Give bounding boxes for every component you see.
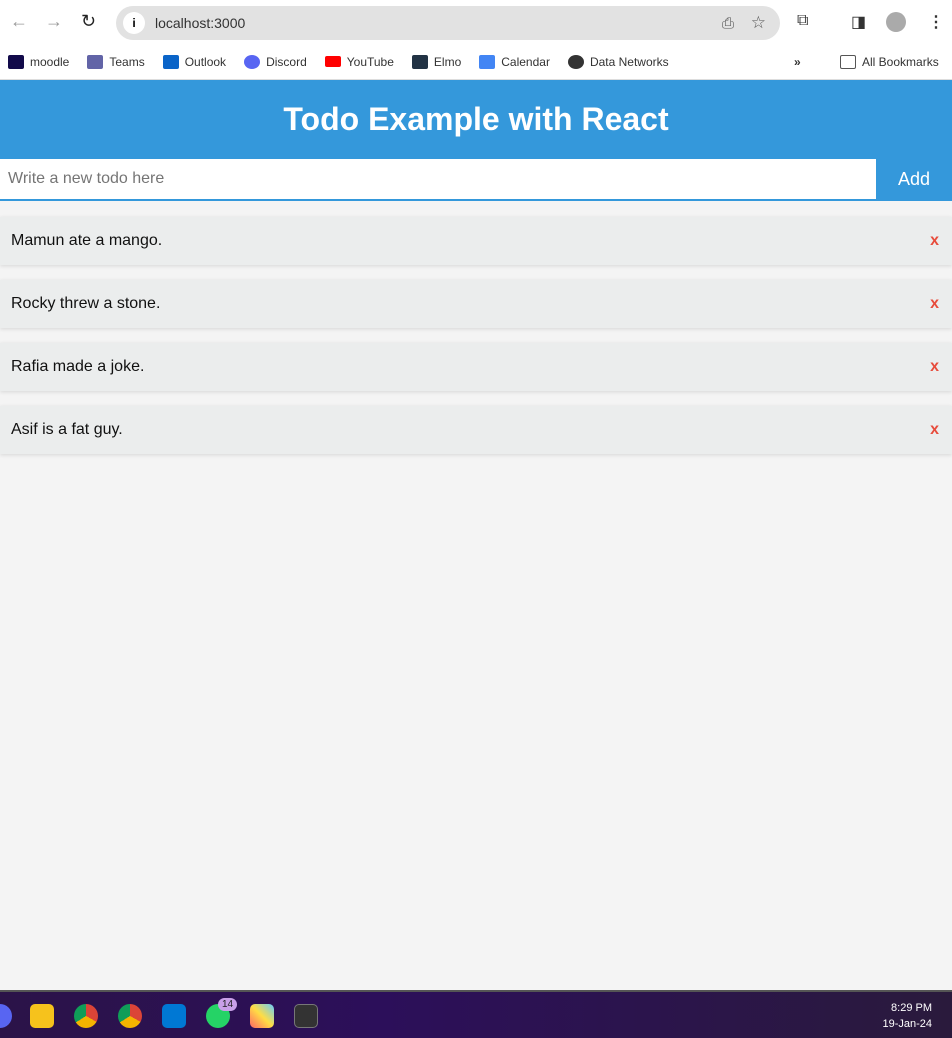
delete-button[interactable]: x — [930, 232, 939, 250]
forward-icon[interactable]: → — [45, 11, 63, 32]
add-button[interactable]: Add — [876, 159, 952, 199]
delete-button[interactable]: x — [930, 421, 939, 439]
back-icon[interactable]: ← — [10, 11, 28, 32]
more-bookmarks-icon[interactable]: » — [794, 55, 801, 69]
menu-icon[interactable]: ⋮ — [928, 12, 944, 32]
clock[interactable]: 8:29 PM 19-Jan-24 — [882, 1000, 932, 1032]
bookmark-calendar[interactable]: Calendar — [479, 54, 550, 69]
chrome-icon[interactable] — [74, 1004, 98, 1028]
browser-toolbar: ← → ↻ i localhost:3000 ⎙ ☆ ⧉ ◨ ⋮ — [0, 0, 952, 44]
bookmark-teams[interactable]: Teams — [87, 54, 145, 69]
install-icon[interactable]: ⎙ — [722, 15, 734, 32]
todo-list: Mamun ate a mango. x Rocky threw a stone.… — [0, 217, 952, 454]
address-bar[interactable]: i localhost:3000 ⎙ ☆ — [116, 6, 780, 40]
whatsapp-badge: 14 — [218, 998, 238, 1011]
todo-form: Add — [0, 159, 952, 201]
todo-item: Mamun ate a mango. x — [0, 217, 952, 265]
bookmark-data-networks[interactable]: Data Networks — [567, 54, 669, 69]
page-title: Todo Example with React — [0, 80, 952, 159]
all-bookmarks[interactable]: All Bookmarks — [840, 54, 939, 69]
bookmark-outlook[interactable]: Outlook — [162, 54, 226, 69]
profile-avatar[interactable] — [886, 12, 906, 32]
discord-taskbar-icon[interactable] — [0, 1004, 12, 1028]
bookmarks-bar: moodle Teams Outlook Discord YouTube Elm… — [0, 44, 952, 80]
todo-input[interactable] — [0, 159, 876, 199]
bookmark-moodle[interactable]: moodle — [8, 54, 69, 69]
reload-icon[interactable]: ↻ — [81, 11, 96, 32]
url-text[interactable]: localhost:3000 — [155, 15, 245, 31]
delete-button[interactable]: x — [930, 358, 939, 376]
todo-item: Rocky threw a stone. x — [0, 280, 952, 328]
extensions-icon[interactable]: ⧉ — [797, 12, 808, 30]
delete-button[interactable]: x — [930, 295, 939, 313]
site-info-icon[interactable]: i — [123, 12, 145, 34]
git-tool-icon[interactable] — [250, 1004, 274, 1028]
chrome-profile-icon[interactable] — [118, 1004, 142, 1028]
file-explorer-icon[interactable] — [30, 1004, 54, 1028]
star-icon[interactable]: ☆ — [751, 13, 766, 33]
todo-item: Asif is a fat guy. x — [0, 406, 952, 454]
side-panel-icon[interactable]: ◨ — [851, 12, 866, 32]
taskbar: 14 8:29 PM 19-Jan-24 — [0, 990, 952, 1038]
bookmark-elmo[interactable]: Elmo — [411, 54, 461, 69]
bookmark-discord[interactable]: Discord — [244, 54, 307, 69]
terminal-icon[interactable] — [294, 1004, 318, 1028]
vscode-icon[interactable] — [162, 1004, 186, 1028]
todo-item: Rafia made a joke. x — [0, 343, 952, 391]
bookmark-youtube[interactable]: YouTube — [324, 55, 394, 69]
